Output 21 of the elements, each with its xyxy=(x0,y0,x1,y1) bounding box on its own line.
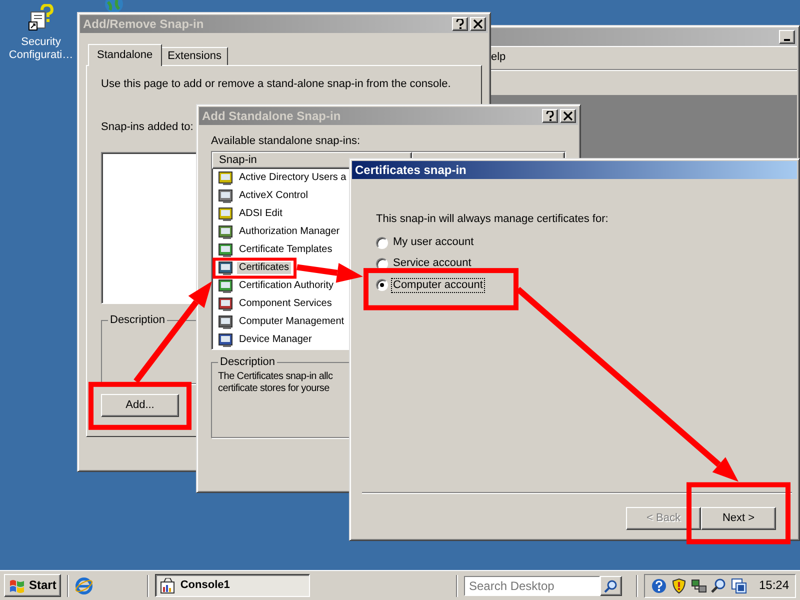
item-label: Device Manager xyxy=(238,334,313,346)
prompt-text: This snap-in will always manage certificates for: xyxy=(376,213,610,226)
window-title: Add Standalone Snap-in xyxy=(202,108,342,124)
field-label: Snap-ins added to: xyxy=(101,121,194,134)
item-label: Authorization Manager xyxy=(238,226,341,238)
clock: 15:24 xyxy=(758,578,789,593)
item-label: Certificate Templates xyxy=(238,244,334,256)
item-label: Active Directory Users a xyxy=(238,172,348,184)
item-label: ADSI Edit xyxy=(238,208,284,220)
item-label: Computer Management xyxy=(238,316,346,328)
item-label: ActiveX Control xyxy=(238,190,309,202)
window-title: Add/Remove Snap-in xyxy=(83,16,205,32)
description-text: certificate stores for yourse xyxy=(218,383,330,396)
field-label: Available standalone snap-ins: xyxy=(211,135,362,148)
item-label: Certification Authority xyxy=(238,280,334,292)
item-label: Component Services xyxy=(238,298,333,310)
item-label: Certificates xyxy=(237,262,292,274)
group-label: Description xyxy=(108,314,168,328)
group-label: Description xyxy=(218,356,278,370)
instruction-text: Use this page to add or remove a stand-alone snap-in from the console. xyxy=(101,78,452,92)
description-text: The Certificates snap-in allc xyxy=(218,371,334,384)
